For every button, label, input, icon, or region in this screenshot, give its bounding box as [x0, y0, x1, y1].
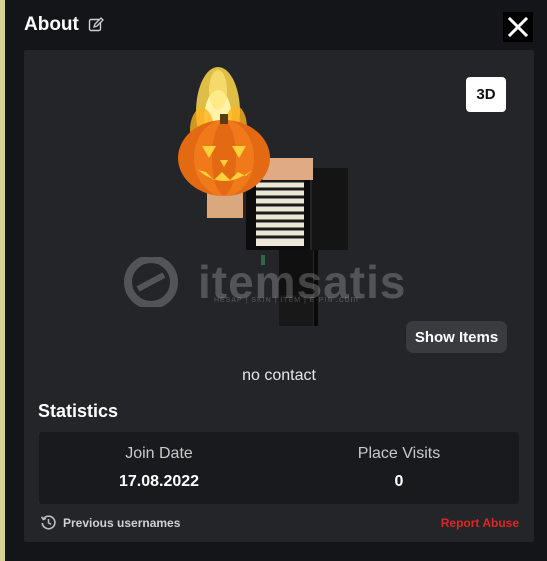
- history-icon: [40, 515, 56, 530]
- statistics-heading: Statistics: [38, 401, 119, 421]
- stat-label: Join Date: [125, 445, 193, 462]
- brand-logo-icon: [124, 257, 178, 307]
- watermark-tagline-text: HESAP | SKIN | ITEM | E-PIN: [214, 297, 334, 304]
- page-title: About: [24, 14, 79, 35]
- stat-label: Place Visits: [357, 445, 441, 462]
- edit-icon[interactable]: [88, 17, 104, 33]
- stat-value: 17.08.2022: [118, 473, 200, 490]
- stat-value: 0: [394, 473, 404, 490]
- show-items-button[interactable]: Show Items: [406, 321, 507, 353]
- watermark-domain: .com: [335, 294, 359, 304]
- profile-panel: itemsatis HESAP | SKIN | ITEM | E-PIN .co…: [24, 50, 534, 542]
- statistics-box: Join Date 17.08.2022 Place Visits 0: [39, 432, 519, 504]
- close-button[interactable]: [503, 12, 533, 42]
- stat-place-visits: Place Visits 0: [279, 445, 519, 491]
- previous-usernames-label: Previous usernames: [63, 515, 181, 530]
- report-abuse-link[interactable]: Report Abuse: [441, 516, 519, 530]
- previous-usernames-button[interactable]: Previous usernames: [40, 514, 180, 531]
- stat-join-date: Join Date 17.08.2022: [39, 445, 279, 491]
- avatar-image: [178, 67, 348, 326]
- contact-status: no contact: [242, 367, 316, 384]
- watermark-tagline: HESAP | SKIN | ITEM | E-PIN .com: [214, 294, 359, 304]
- close-icon: [508, 17, 528, 37]
- avatar-viewer[interactable]: itemsatis HESAP | SKIN | ITEM | E-PIN .co…: [24, 50, 534, 360]
- view-3d-button[interactable]: 3D: [466, 77, 506, 112]
